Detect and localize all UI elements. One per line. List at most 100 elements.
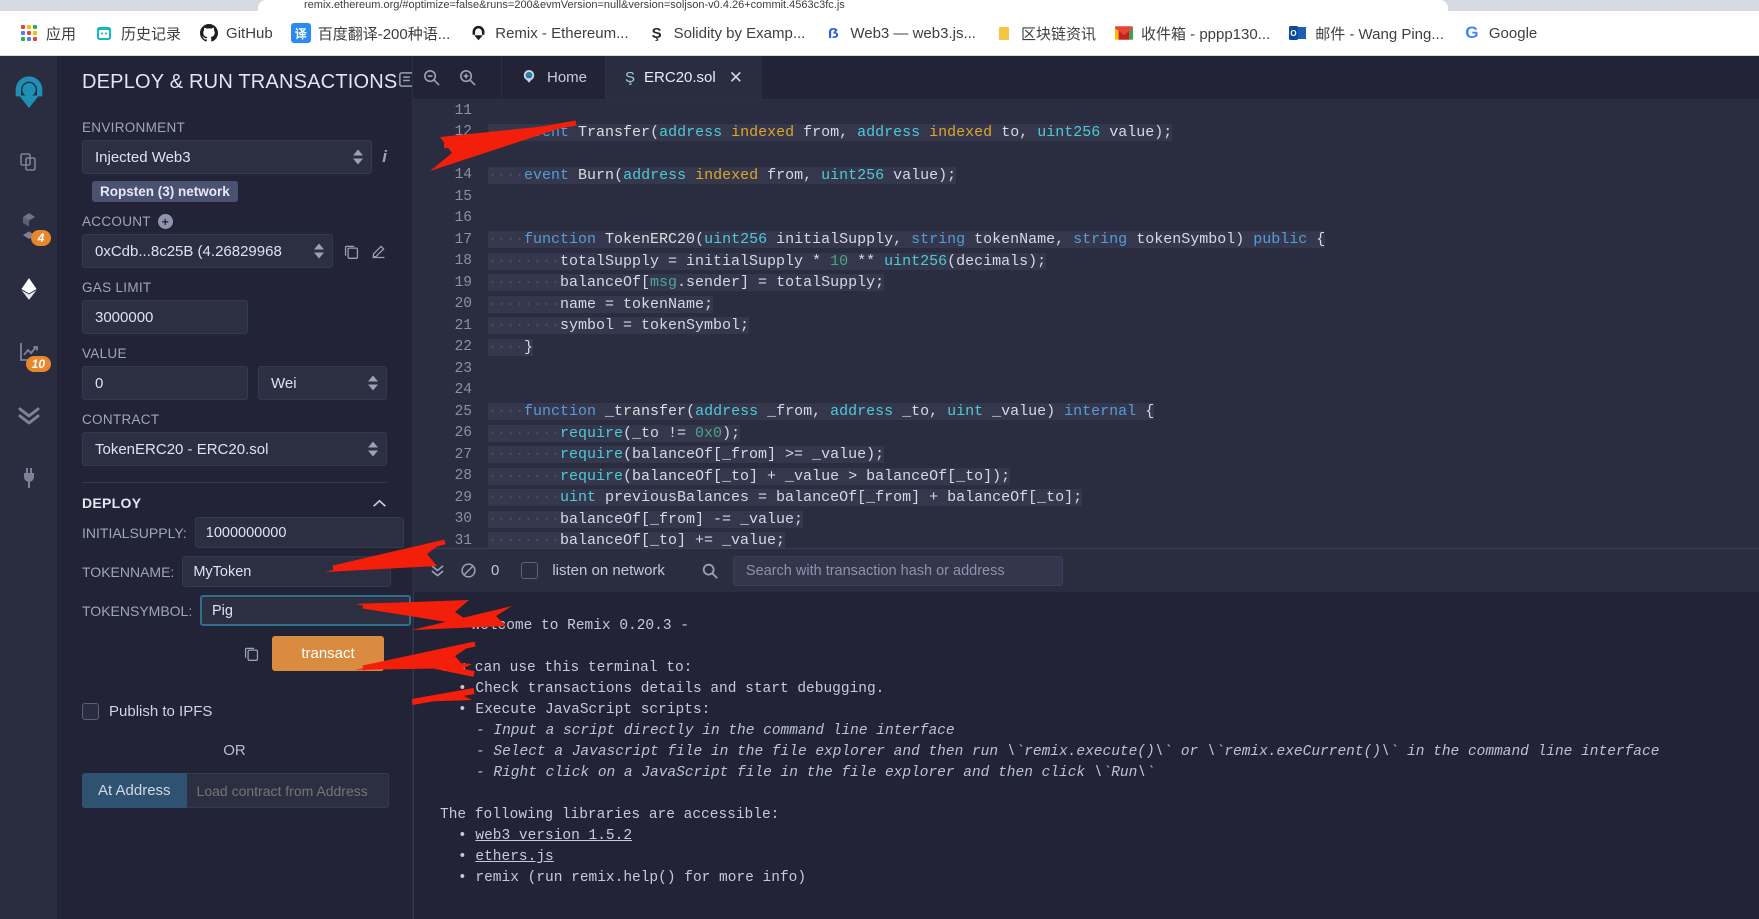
- terminal-sub-bullet-text: Input a script directly in the command l…: [493, 723, 955, 739]
- file-explorer-icon[interactable]: [0, 138, 57, 187]
- bookmark-gmail[interactable]: 收件箱 - pppp130...: [1105, 19, 1279, 48]
- solidity-file-icon: Ş: [625, 69, 636, 86]
- listen-on-network-checkbox[interactable]: [521, 562, 539, 579]
- deploy-arg-row: INITIALSUPPLY:: [82, 517, 404, 548]
- chevrons-down-icon[interactable]: [429, 562, 446, 579]
- panel-menu-icon[interactable]: [397, 70, 412, 94]
- copy-calldata-icon[interactable]: [243, 645, 260, 662]
- at-address-button[interactable]: At Address: [82, 773, 187, 808]
- transact-button[interactable]: transact: [272, 636, 384, 671]
- sign-message-icon[interactable]: [370, 243, 387, 260]
- code-line: 19 ········balanceOf[msg.sender] = totalS…: [413, 272, 1759, 294]
- code-line: 22 ····}: [413, 337, 1759, 359]
- value-label: VALUE: [82, 346, 127, 361]
- arg-input-initialsupply[interactable]: [194, 517, 404, 548]
- bookmark-remix[interactable]: Remix - Ethereum...: [459, 19, 637, 47]
- contract-select[interactable]: [82, 432, 387, 466]
- arg-input-tokenname[interactable]: [182, 556, 392, 587]
- line-number: 14: [454, 167, 472, 184]
- remix-ide: 4 10 DEPLOY & RUN TRANSACTIONS ENVIRONME…: [0, 56, 1759, 919]
- page-title: DEPLOY & RUN TRANSACTIONS: [82, 70, 398, 93]
- solidity-compiler-icon[interactable]: 4: [0, 201, 57, 250]
- baidu-translate-icon: 译: [290, 23, 311, 43]
- bookmark-web3[interactable]: ẞ Web3 — web3.js...: [814, 19, 985, 47]
- code-line: 20 ········name = tokenName;: [413, 294, 1759, 316]
- code-line: 24: [413, 380, 1759, 402]
- line-number: 13: [454, 145, 472, 162]
- code-text: ········name = tokenName;: [488, 295, 714, 313]
- plugin-manager-icon[interactable]: [0, 453, 57, 502]
- analysis-icon[interactable]: 10: [0, 327, 57, 376]
- zoom-in-icon[interactable]: [449, 56, 485, 99]
- chevron-up-icon[interactable]: [372, 495, 387, 511]
- code-line: 16: [413, 208, 1759, 230]
- clear-console-icon[interactable]: [460, 562, 477, 579]
- bookmark-apps[interactable]: 应用: [10, 19, 85, 48]
- bookmark-label: 应用: [46, 25, 77, 43]
- search-icon[interactable]: [701, 562, 719, 580]
- code-line: 23: [413, 358, 1759, 380]
- line-number: 30: [454, 511, 472, 528]
- bookmark-history[interactable]: 历史记录: [85, 19, 190, 48]
- code-line: 26 ········require(_to != 0x0);: [413, 423, 1759, 445]
- deploy-actions: transact: [82, 636, 387, 671]
- environment-info-icon[interactable]: i: [382, 147, 387, 167]
- gmail-icon: [1114, 23, 1134, 43]
- bookmark-outlook[interactable]: O 邮件 - Wang Ping...: [1279, 19, 1453, 48]
- bookmark-google[interactable]: G Google: [1453, 19, 1546, 47]
- code-editor[interactable]: 11 12 ····event Transfer(address indexed f…: [413, 100, 1759, 548]
- browser-active-tab[interactable]: remix.ethereum.org/#optimize=false&runs=…: [258, 0, 1448, 11]
- terminal-intro: You can use this terminal to:: [440, 660, 693, 676]
- bookmark-github[interactable]: GitHub: [190, 19, 282, 47]
- at-address-row: At Address: [82, 773, 389, 808]
- account-select[interactable]: [82, 234, 333, 268]
- terminal-last-line: remix (run remix.help() for more info): [475, 870, 807, 886]
- code-text: ····function _transfer(address _from, ad…: [488, 403, 1155, 421]
- code-text: ········require(_to != 0x0);: [488, 424, 741, 442]
- bookmark-blockchain-news[interactable]: 区块链资讯: [985, 19, 1105, 48]
- ethers-js-link[interactable]: ethers.js: [475, 849, 553, 865]
- bookmark-solidity[interactable]: Ş Solidity by Examp...: [638, 19, 815, 47]
- zoom-out-icon[interactable]: [413, 56, 449, 99]
- remix-logo[interactable]: [0, 62, 57, 124]
- terminal-sub-bullet-text: Right click on a JavaScript file in the …: [493, 765, 1155, 781]
- environment-select[interactable]: [82, 140, 373, 174]
- publish-ipfs-checkbox[interactable]: [82, 703, 99, 720]
- arg-input-tokensymbol[interactable]: [200, 595, 411, 626]
- code-line: 18 ········totalSupply = initialSupply * …: [413, 251, 1759, 273]
- panel-body: ENVIRONMENT i Ropsten (3) network ACCOUN…: [57, 102, 412, 808]
- code-text: ········symbol = tokenSymbol;: [488, 317, 750, 335]
- terminal-search-input[interactable]: [732, 555, 1063, 586]
- code-line: 13: [413, 143, 1759, 165]
- terminal-bullet-text: Execute JavaScript scripts:: [475, 702, 711, 718]
- account-label: ACCOUNT +: [82, 214, 387, 229]
- close-icon[interactable]: ✕: [729, 68, 743, 88]
- remix-home-icon: [520, 67, 538, 89]
- gas-limit-input[interactable]: [82, 300, 248, 334]
- terminal-welcome: - Welcome to Remix 0.20.3 -: [454, 618, 689, 634]
- line-number: 24: [454, 382, 472, 399]
- add-account-icon[interactable]: +: [157, 214, 173, 229]
- deploy-heading: DEPLOY: [82, 495, 142, 511]
- code-text: ····}: [488, 338, 534, 356]
- bookmark-label: 百度翻译-200种语...: [317, 25, 451, 43]
- deploy-section-header[interactable]: DEPLOY: [82, 482, 387, 517]
- deploy-run-icon[interactable]: [0, 264, 57, 313]
- web3-version-link[interactable]: web3 version 1.5.2: [475, 828, 632, 844]
- tab-home[interactable]: Home: [501, 56, 607, 99]
- bookmark-baidu-translate[interactable]: 译 百度翻译-200种语...: [282, 19, 460, 48]
- listen-on-network-label[interactable]: listen on network: [552, 562, 665, 579]
- value-unit-select[interactable]: [258, 366, 387, 400]
- tab-erc20-sol[interactable]: Ş ERC20.sol ✕: [606, 56, 762, 99]
- code-line: 30 ········balanceOf[_from] -= _value;: [413, 509, 1759, 531]
- testing-icon[interactable]: [0, 390, 57, 439]
- value-input[interactable]: [82, 366, 248, 400]
- terminal-lib-item: • web3 version 1.5.2: [458, 828, 633, 844]
- window-controls[interactable]: [1653, 0, 1753, 11]
- svg-text:O: O: [1291, 29, 1297, 38]
- copy-account-icon[interactable]: [343, 243, 360, 260]
- at-address-input[interactable]: [186, 773, 389, 808]
- publish-ipfs-label[interactable]: Publish to IPFS: [109, 703, 212, 720]
- terminal-output[interactable]: - Welcome to Remix 0.20.3 - You can use …: [413, 592, 1759, 919]
- line-number: 16: [454, 210, 472, 227]
